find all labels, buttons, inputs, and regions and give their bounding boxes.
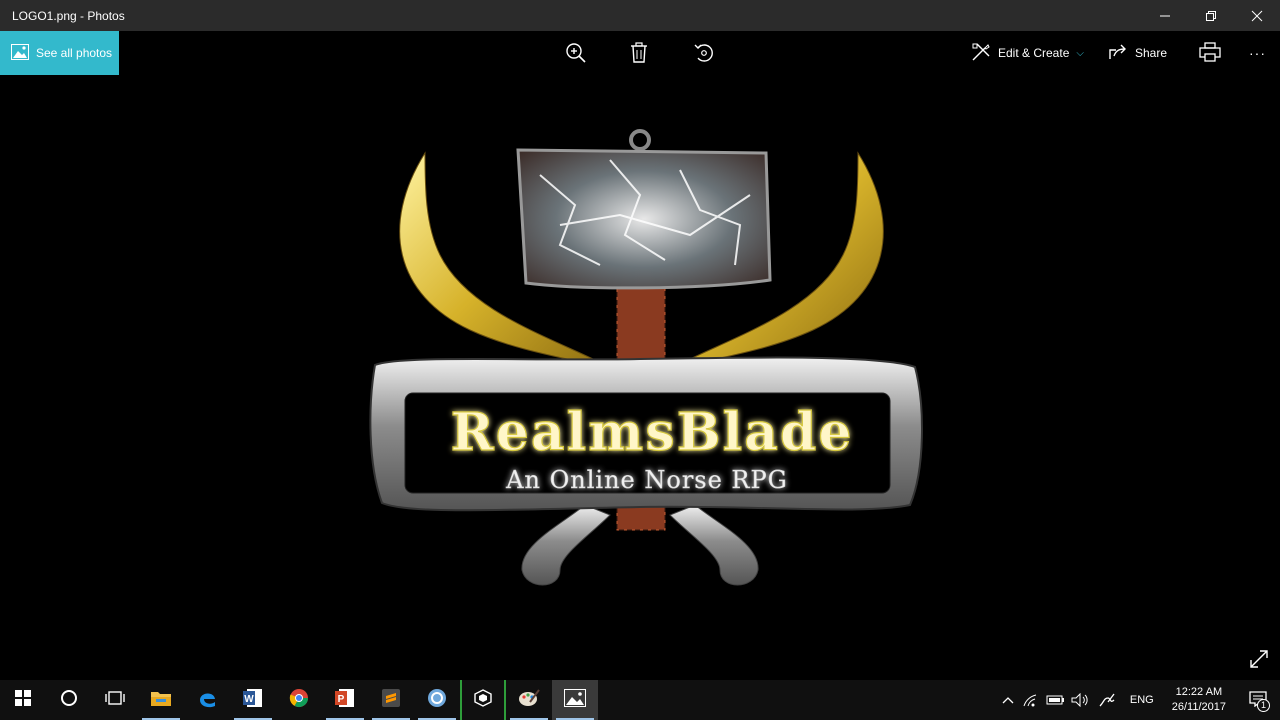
delete-icon[interactable] [627, 41, 651, 65]
volume-icon[interactable] [1068, 680, 1092, 720]
printer-icon [1199, 41, 1221, 65]
system-tray: ENG 12:22 AM 26/11/2017 1 [996, 680, 1280, 720]
rotate-icon[interactable] [692, 41, 716, 65]
windows-icon [15, 689, 31, 711]
powerpoint-icon: P [335, 688, 355, 713]
taskbar-edge[interactable] [184, 680, 230, 720]
blue-app-icon [427, 688, 447, 713]
logo-title: RealmsBlade [451, 402, 854, 463]
chrome-icon [289, 688, 309, 713]
see-all-photos-label: See all photos [36, 46, 113, 60]
notification-badge: 1 [1257, 699, 1270, 712]
taskbar-unity[interactable] [460, 680, 506, 720]
print-button[interactable] [1179, 31, 1241, 75]
cortana-icon [60, 689, 78, 712]
share-button[interactable]: Share [1096, 31, 1179, 75]
toolbar-right-group: Edit & Create ⌵ Share ··· [959, 31, 1280, 75]
taskbar-word[interactable]: W [230, 680, 276, 720]
taskbar: W P ENG 12:22 AM 26/11/2017 1 [0, 680, 1280, 720]
edit-create-label: Edit & Create [998, 46, 1070, 60]
share-icon [1108, 43, 1128, 64]
taskbar-file-explorer[interactable] [138, 680, 184, 720]
window-title: LOGO1.png - Photos [12, 8, 125, 23]
edge-icon [197, 688, 217, 713]
fullscreen-icon[interactable] [1248, 648, 1270, 670]
chevron-down-icon: ⌵ [1076, 47, 1084, 59]
close-button[interactable] [1234, 0, 1280, 31]
edit-create-icon [971, 42, 991, 65]
clock-date: 26/11/2017 [1171, 701, 1226, 713]
see-all-photos-button[interactable]: See all photos [0, 31, 119, 75]
search-button[interactable] [46, 680, 92, 720]
photos-toolbar: See all photos Edit & Create ⌵ Share ··· [0, 31, 1280, 75]
language-indicator[interactable]: ENG [1122, 694, 1162, 706]
more-icon: ··· [1249, 45, 1266, 61]
pen-icon[interactable] [1092, 680, 1122, 720]
edit-create-button[interactable]: Edit & Create ⌵ [959, 31, 1096, 75]
task-view-icon [105, 690, 125, 711]
word-icon: W [243, 688, 263, 713]
taskbar-app-blue[interactable] [414, 680, 460, 720]
wifi-icon[interactable] [1020, 680, 1044, 720]
unity-icon [474, 688, 492, 712]
clock[interactable]: 12:22 AM 26/11/2017 [1162, 685, 1236, 715]
task-view-button[interactable] [92, 680, 138, 720]
minimize-button[interactable] [1142, 0, 1188, 31]
image-canvas[interactable]: RealmsBlade An Online Norse RPG [0, 75, 1280, 680]
taskbar-chrome[interactable] [276, 680, 322, 720]
taskbar-photos[interactable] [552, 680, 598, 720]
folder-icon [150, 689, 172, 712]
start-button[interactable] [0, 680, 46, 720]
svg-text:P: P [338, 694, 345, 705]
taskbar-powerpoint[interactable]: P [322, 680, 368, 720]
sublime-icon [381, 688, 401, 713]
photos-icon [11, 43, 29, 63]
taskbar-sublime[interactable] [368, 680, 414, 720]
share-label: Share [1134, 46, 1167, 60]
realmsblade-logo: RealmsBlade An Online Norse RPG [369, 129, 923, 586]
photos-app-icon [564, 688, 586, 712]
taskbar-paint[interactable] [506, 680, 552, 720]
paint-icon [518, 688, 540, 713]
action-center-button[interactable]: 1 [1236, 680, 1280, 720]
zoom-in-icon[interactable] [564, 41, 588, 65]
battery-icon[interactable] [1044, 680, 1068, 720]
clock-time: 12:22 AM [1175, 686, 1223, 698]
logo-subtitle: An Online Norse RPG [505, 466, 788, 494]
svg-text:W: W [244, 694, 254, 705]
title-bar: LOGO1.png - Photos [0, 0, 1280, 31]
more-options-button[interactable]: ··· [1241, 31, 1280, 75]
show-hidden-icons[interactable] [996, 680, 1020, 720]
restore-button[interactable] [1188, 0, 1234, 31]
